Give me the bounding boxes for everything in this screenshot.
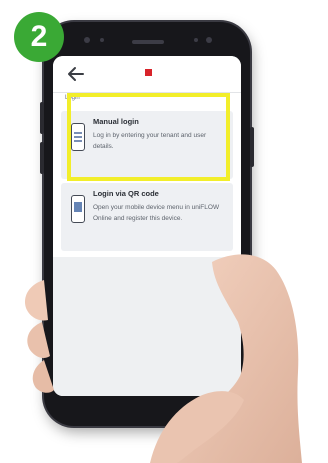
earpiece xyxy=(132,40,164,44)
brand-logo-icon xyxy=(145,69,152,76)
iris-sensor xyxy=(206,37,212,43)
app-bar xyxy=(53,56,241,93)
step-number-badge: 2 xyxy=(14,12,64,62)
volume-down-button xyxy=(40,142,44,174)
volume-up-button xyxy=(40,102,44,134)
phone-qr-icon xyxy=(71,195,85,223)
highlight-frame xyxy=(67,93,230,181)
front-camera xyxy=(84,37,90,43)
option-title: Login via QR code xyxy=(93,189,159,198)
option-description: Open your mobile device menu in uniFLOW … xyxy=(93,204,220,222)
power-button xyxy=(250,127,254,167)
screen-empty-area xyxy=(53,257,241,396)
tutorial-scene: 2 Login Manual login Log in by entering … xyxy=(0,0,328,463)
smartphone: Login Manual login Log in by entering yo… xyxy=(40,22,254,426)
arrow-left-icon[interactable] xyxy=(65,64,87,84)
sensor-dot xyxy=(194,38,198,42)
qr-login-option[interactable]: Login via QR code Open your mobile devic… xyxy=(61,183,233,251)
sensor-dot xyxy=(100,38,104,42)
